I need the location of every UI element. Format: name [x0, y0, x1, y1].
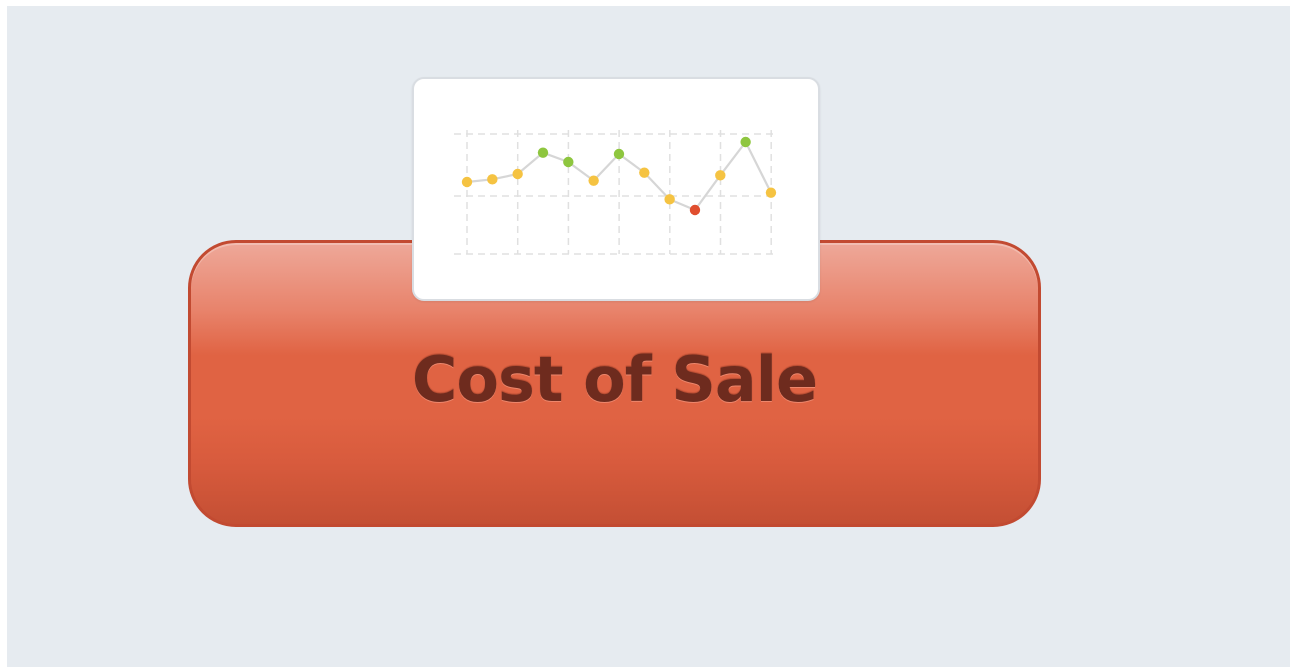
data-point-neutral: [487, 174, 498, 185]
data-point-good: [537, 147, 549, 158]
data-point-neutral: [588, 175, 599, 186]
data-point-bad: [689, 204, 701, 216]
data-point-good: [740, 136, 751, 148]
data-point-good: [563, 156, 574, 168]
data-point-neutral: [715, 170, 726, 181]
line-chart-icon: [412, 77, 820, 301]
data-point-neutral: [639, 167, 650, 178]
chart-thumbnail: [454, 130, 778, 255]
data-point-good: [613, 148, 625, 160]
cost-of-sale-label: Cost of Sale: [411, 343, 818, 416]
data-point-neutral: [664, 194, 675, 205]
data-point-neutral: [512, 168, 523, 180]
data-point-neutral: [461, 176, 473, 188]
data-point-neutral: [765, 187, 777, 198]
canvas-background: Cost of Sale: [7, 6, 1290, 667]
